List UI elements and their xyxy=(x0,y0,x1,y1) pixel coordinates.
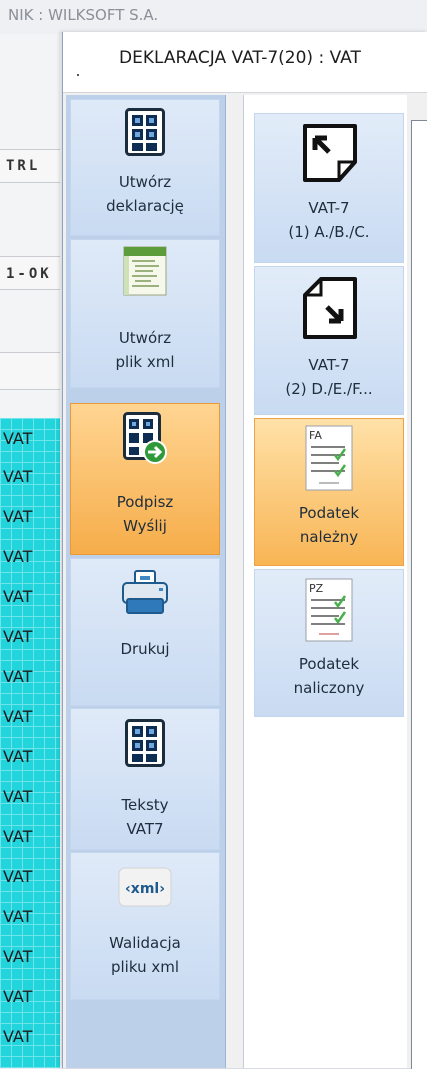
fa-document-icon: FA xyxy=(305,425,353,491)
nav-label-line1: Utwórz xyxy=(118,173,172,191)
print-button[interactable]: Drukuj xyxy=(70,558,220,706)
section-label-line1: VAT-7 xyxy=(308,356,350,374)
section-label-line2: (1) A./B./C. xyxy=(288,223,370,241)
vat7-part1-button[interactable]: VAT-7 (1) A./B./C. xyxy=(254,113,404,263)
xml-file-icon xyxy=(123,246,167,296)
grid-cell[interactable]: VAT xyxy=(3,978,60,1016)
section-label-line1: VAT-7 xyxy=(308,199,350,217)
dialog-title-bar[interactable]: DEKLARACJA VAT-7(20) : VAT xyxy=(63,32,427,93)
section-label-line2: należny xyxy=(299,528,359,546)
grid-cell[interactable]: VAT xyxy=(3,858,60,896)
svg-text:‹xml›: ‹xml› xyxy=(125,881,165,897)
pz-document-icon: PZ xyxy=(305,578,353,642)
grid-cell[interactable]: VAT xyxy=(3,658,60,696)
nav-label-line2: VAT7 xyxy=(126,820,164,838)
grid-cell[interactable]: VAT xyxy=(3,538,60,576)
nav-label-line1: Walidacja xyxy=(109,934,181,952)
section-label-line2: (2) D./E./F... xyxy=(285,380,373,398)
page-arrow-down-right-icon xyxy=(303,277,357,339)
dialog-title: DEKLARACJA VAT-7(20) : VAT xyxy=(119,48,361,68)
section-list: VAT-7 (1) A./B./C. VAT-7 (2) D./E./F... … xyxy=(243,95,420,1068)
background-strip xyxy=(0,352,60,390)
content-panel[interactable] xyxy=(411,120,427,1069)
grid-cell[interactable]: VAT xyxy=(3,778,60,816)
background-window-title: NIK : WILKSOFT S.A. xyxy=(0,0,427,34)
grid-cell[interactable]: VAT xyxy=(3,420,60,458)
input-tax-button[interactable]: PZ Podatek naliczony xyxy=(254,569,404,717)
nav-label-line2: Wyślij xyxy=(123,517,167,535)
section-label-line2: naliczony xyxy=(293,679,365,697)
sign-send-button[interactable]: Podpisz Wyślij xyxy=(70,403,220,555)
form-grid-icon xyxy=(125,719,165,767)
nav-label-line1: Teksty xyxy=(121,796,169,814)
nav-label-line1: Podpisz xyxy=(116,493,174,511)
create-declaration-button[interactable]: Utwórz deklarację xyxy=(70,99,220,236)
background-strip-label: 1-OK xyxy=(6,266,52,282)
grid-cell[interactable]: VAT xyxy=(3,738,60,776)
section-label-line1: Podatek xyxy=(298,504,360,522)
grid-cell[interactable]: VAT xyxy=(3,578,60,616)
vat7-texts-button[interactable]: Teksty VAT7 xyxy=(70,708,220,850)
validate-xml-button[interactable]: ‹xml› Walidacja pliku xml xyxy=(70,852,220,1000)
output-tax-button[interactable]: FA Podatek należny xyxy=(254,418,404,566)
window-menu-icon[interactable] xyxy=(77,74,79,76)
grid-cell[interactable]: VAT xyxy=(3,938,60,976)
grid-cell[interactable]: VAT xyxy=(3,618,60,656)
grid-cell[interactable]: VAT xyxy=(3,818,60,856)
fa-badge: FA xyxy=(309,429,322,442)
pz-badge: PZ xyxy=(309,582,324,595)
grid-cell[interactable]: VAT xyxy=(3,498,60,536)
form-grid-icon xyxy=(125,108,165,156)
grid-cell[interactable]: VAT xyxy=(3,898,60,936)
nav-label-line2: pliku xml xyxy=(110,958,179,976)
grid-cell[interactable]: VAT xyxy=(3,458,60,496)
grid-cell[interactable]: VAT xyxy=(3,1018,60,1056)
vat-declaration-dialog: DEKLARACJA VAT-7(20) : VAT Utwórz deklar… xyxy=(62,32,427,1069)
vat7-part2-button[interactable]: VAT-7 (2) D./E./F... xyxy=(254,266,404,415)
sign-send-icon xyxy=(123,412,167,464)
background-data-grid: VAT VAT VAT VAT VAT VAT VAT VAT VAT VAT … xyxy=(0,418,60,1068)
action-sidebar: Utwórz deklarację Utwórz plik xml Podpis… xyxy=(66,95,226,1068)
background-strip-label: TRL xyxy=(6,158,41,174)
printer-icon xyxy=(122,570,168,614)
page-arrow-up-left-icon xyxy=(303,124,357,182)
xml-tag-icon: ‹xml› xyxy=(118,867,172,907)
create-xml-file-button[interactable]: Utwórz plik xml xyxy=(70,239,220,388)
grid-cell[interactable]: VAT xyxy=(3,698,60,736)
nav-label-line2: deklarację xyxy=(106,197,184,215)
nav-label-line1: Drukuj xyxy=(120,640,170,658)
nav-label-line2: plik xml xyxy=(115,353,175,371)
nav-label-line1: Utwórz xyxy=(118,329,172,347)
section-label-line1: Podatek xyxy=(298,655,360,673)
